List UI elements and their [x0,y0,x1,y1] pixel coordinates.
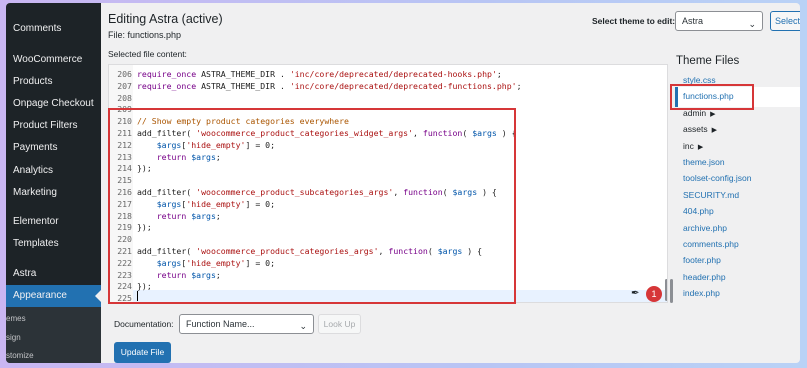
file-tree-file[interactable]: header.php [683,272,726,282]
code-line: 208 [109,92,667,104]
page-title: Editing Astra (active) [108,12,223,26]
file-tree-file[interactable]: theme.json [683,157,725,167]
line-number: 206 [117,69,132,79]
submenu-item-themes[interactable]: emes [6,314,26,323]
file-tree-file[interactable]: 404.php [683,206,714,216]
documentation-select[interactable]: Function Name... ⌄ [179,314,314,334]
submenu-item-customize[interactable]: stomize [6,351,34,360]
sidebar-separator [6,259,101,261]
caret-right-icon: ▶ [710,110,716,118]
file-name-label: File: functions.php [108,30,182,40]
file-tree-label: comments.php [683,239,739,249]
sidebar-item-appearance[interactable]: Appearance [13,289,67,303]
chevron-down-icon: ⌄ [299,321,307,331]
sidebar-item-astra[interactable]: Astra [13,267,36,281]
sidebar-item-comments[interactable]: Comments [13,22,61,36]
admin-sidebar: Comments WooCommerce Products Onpage Che… [6,3,101,363]
line-number: 208 [117,92,132,103]
code-line: 207 require_once ASTRA_THEME_DIR . 'inc/c… [109,80,667,92]
sidebar-item-templates[interactable]: Templates [13,237,59,251]
caret-right-icon: ▶ [697,143,704,151]
code-line: 206 require_once ASTRA_THEME_DIR . 'inc/c… [109,68,667,80]
sidebar-item-marketing[interactable]: Marketing [13,186,57,200]
selected-content-label: Selected file content: [108,49,187,59]
file-tree-file[interactable]: toolset-config.json [683,173,752,183]
editor-scrollbar[interactable] [665,279,667,301]
annotation-box-file [670,84,754,110]
code-text: require_once ASTRA_THEME_DIR . 'inc/core… [137,69,502,79]
theme-select-label: Select theme to edit: [592,16,676,26]
file-tree-folder[interactable]: inc ▶ [683,141,703,151]
active-arrow-icon [95,290,101,302]
code-text: require_once ASTRA_THEME_DIR . 'inc/core… [137,80,522,91]
sidebar-item-analytics[interactable]: Analytics [13,164,53,178]
theme-select-value: Astra [682,16,704,26]
file-tree-label: inc [683,140,694,151]
documentation-select-value: Function Name... [186,319,255,329]
file-tree-label: index.php [683,288,720,299]
theme-files-heading: Theme Files [676,55,740,67]
file-tree-file[interactable]: comments.php [683,239,739,249]
documentation-label: Documentation: [114,319,174,329]
sidebar-item-onpage-checkout[interactable]: Onpage Checkout [13,97,94,111]
notification-badge[interactable]: 1 [646,286,662,302]
submenu-item-design[interactable]: sign [6,333,21,342]
file-tree-file[interactable]: SECURITY.md [683,190,739,200]
sidebar-item-products[interactable]: Products [13,75,52,89]
sidebar-item-elementor[interactable]: Elementor [13,215,59,229]
file-tree-label: theme.json [683,157,725,167]
file-tree-label: SECURITY.md [683,189,740,200]
sidebar-separator [6,46,101,48]
look-up-button[interactable]: Look Up [318,314,361,334]
file-tree-label: 404.php [683,206,714,217]
theme-select[interactable]: Astra ⌄ [675,11,763,31]
update-file-button[interactable]: Update File [114,342,171,363]
sidebar-item-product-filters[interactable]: Product Filters [13,119,77,133]
file-tree-file[interactable]: index.php [683,288,720,298]
pen-icon[interactable]: ✒ [631,287,645,301]
file-tree-label: toolset-config.json [683,173,752,184]
file-tree-label: archive.php [683,222,727,233]
sidebar-separator [6,203,101,205]
caret-right-icon: ▶ [711,127,717,135]
file-tree-label: assets [683,124,708,135]
file-tree-folder[interactable]: assets ▶ [683,124,717,134]
sidebar-item-payments[interactable]: Payments [13,141,57,155]
annotation-box-code [108,108,516,304]
app-frame: Comments WooCommerce Products Onpage Che… [6,3,800,363]
file-tree-file[interactable]: footer.php [683,255,721,265]
file-tree-file[interactable]: archive.php [683,223,727,233]
select-theme-button[interactable]: Select [770,11,800,31]
sidebar-item-woocommerce[interactable]: WooCommerce [13,53,82,67]
chevron-down-icon: ⌄ [748,19,756,29]
file-list-scrollbar[interactable] [670,279,673,303]
file-tree-label: header.php [683,271,726,282]
line-number: 207 [117,80,132,91]
file-tree-label: footer.php [683,255,721,266]
